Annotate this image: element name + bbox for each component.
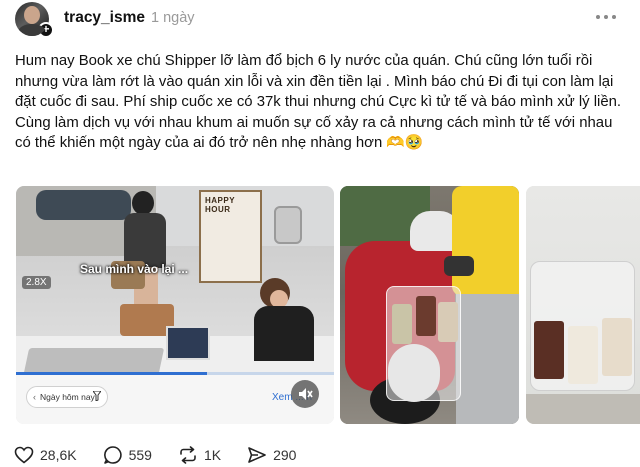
photo-drinks[interactable]	[526, 186, 640, 424]
photo-cup	[534, 321, 564, 379]
heart-icon	[14, 446, 34, 464]
like-button[interactable]: 28,6K	[14, 446, 77, 464]
comment-count: 559	[128, 447, 152, 463]
video-person-staff	[254, 278, 314, 361]
comment-button[interactable]: 559	[103, 445, 152, 465]
video-media[interactable]: HAPPY HOUR Sau mình vào lại ... 2.8X ‹ N…	[16, 186, 334, 424]
post-text: Hum nay Book xe chú Shipper lỡ làm đổ bị…	[15, 53, 622, 151]
video-urn	[274, 206, 302, 244]
photo-cup	[568, 326, 598, 384]
mute-icon[interactable]	[291, 380, 319, 408]
username[interactable]: tracy_isme	[64, 9, 145, 27]
repost-count: 1K	[203, 447, 222, 463]
like-count: 28,6K	[40, 447, 77, 463]
video-person-customer	[116, 191, 174, 311]
video-caption: Sau mình vào lại ...	[80, 262, 189, 276]
comment-icon	[103, 446, 122, 464]
share-button[interactable]: 290	[247, 446, 296, 464]
share-count: 290	[273, 447, 297, 463]
progress-bar[interactable]	[16, 372, 334, 375]
poster-title: HAPPY HOUR	[205, 196, 236, 214]
photo-cup	[438, 302, 458, 342]
photo-ice-bag	[388, 344, 440, 402]
photo-shipper[interactable]	[340, 186, 519, 424]
avatar-image[interactable]	[15, 2, 49, 36]
date-filter-label: Ngày hôm nay	[40, 392, 95, 402]
share-icon	[248, 447, 266, 463]
progress-fill	[16, 372, 207, 375]
repost-button[interactable]: 1K	[178, 446, 221, 464]
repost-icon	[180, 446, 196, 464]
more-icon[interactable]	[594, 8, 618, 26]
date-filter-chip[interactable]: ‹ Ngày hôm nay	[26, 386, 108, 408]
speed-badge: 2.8X	[22, 276, 51, 289]
photo-cup	[602, 318, 632, 376]
filter-icon	[93, 391, 101, 401]
photo-counter	[526, 394, 640, 424]
photo-cup	[392, 304, 412, 344]
video-monitor	[166, 326, 210, 360]
photo-cup	[416, 296, 436, 336]
post-time: 1 ngày	[151, 10, 195, 26]
video-poster: HAPPY HOUR	[199, 190, 262, 283]
chevron-left-icon: ‹	[33, 392, 36, 402]
avatar[interactable]: +	[15, 2, 54, 38]
photo-rider	[444, 186, 519, 424]
action-bar: 28,6K 559 1K 290	[14, 444, 322, 466]
